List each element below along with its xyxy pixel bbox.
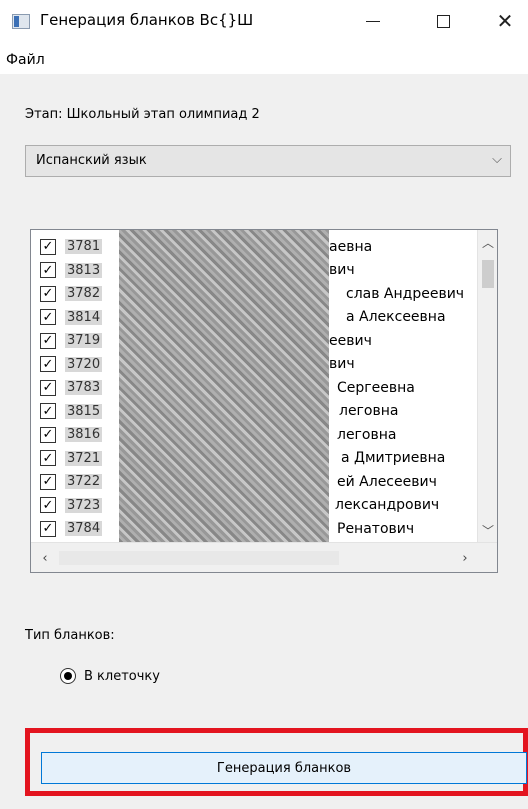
menu-file[interactable]: Файл — [6, 52, 45, 68]
participant-name: еевич — [329, 332, 372, 349]
window-title: Генерация бланков Вс{}Ш — [40, 11, 254, 29]
title-bar[interactable]: Генерация бланков Вс{}Ш ✕ — [0, 0, 528, 42]
checkbox[interactable]: ✓ — [40, 497, 56, 513]
checkmark-icon: ✓ — [42, 427, 54, 442]
participant-name: а Дмитриевна — [341, 450, 446, 466]
stage-label: Этап: Школьный этап олимпиад 2 — [25, 107, 260, 122]
scroll-up-icon[interactable]: ︿ — [478, 232, 497, 252]
participant-id: 3720 — [65, 356, 103, 372]
checkbox[interactable]: ✓ — [40, 520, 56, 537]
vertical-scroll-thumb[interactable] — [482, 260, 494, 288]
scroll-left-icon[interactable]: ‹ — [35, 548, 55, 568]
checkmark-icon: ✓ — [42, 521, 54, 536]
participants-list[interactable]: ✓ 3781 аевна ✓ 3813 вич ✓ 3782 слав Андреевич ✓ 38… — [30, 229, 498, 573]
participant-id: 3813 — [65, 262, 103, 278]
participant-name: ей Алесеевич — [337, 473, 437, 490]
blank-type-label: Тип бланков: — [25, 628, 115, 643]
checkmark-icon: ✓ — [42, 403, 54, 419]
participant-id: 3816 — [65, 427, 103, 442]
subject-dropdown[interactable]: Испанский язык ⌵ — [25, 145, 511, 177]
app-icon — [12, 14, 30, 29]
checkbox[interactable]: ✓ — [40, 473, 56, 490]
checkbox[interactable]: ✓ — [40, 332, 56, 349]
checkmark-icon: ✓ — [42, 333, 54, 348]
radio-button[interactable] — [60, 668, 76, 684]
participant-name: а Алексеевна — [346, 309, 446, 325]
minimize-button[interactable] — [350, 0, 396, 42]
participant-id: 3815 — [65, 403, 103, 419]
scroll-right-icon[interactable]: › — [455, 548, 475, 568]
participant-id: 3723 — [65, 497, 103, 513]
participant-id: 3814 — [65, 309, 103, 325]
participant-name: вич — [329, 262, 355, 278]
menu-bar: Файл — [0, 42, 528, 74]
participant-id: 3721 — [65, 450, 103, 466]
participant-name: Сергеевна — [337, 379, 415, 396]
horizontal-scrollbar[interactable]: ‹ › — [31, 542, 497, 572]
checkbox[interactable]: ✓ — [40, 450, 56, 466]
checkmark-icon: ✓ — [42, 497, 54, 513]
participant-name: аевна — [329, 238, 373, 255]
participant-id: 3722 — [65, 474, 103, 489]
checkmark-icon: ✓ — [42, 239, 54, 254]
participant-name: леговна — [339, 403, 399, 419]
scroll-down-icon[interactable]: ﹀ — [478, 520, 497, 540]
maximize-icon — [436, 14, 450, 28]
checkmark-icon: ✓ — [42, 262, 54, 278]
horizontal-scroll-thumb[interactable] — [59, 551, 339, 565]
close-icon: ✕ — [496, 9, 514, 33]
participant-id: 3784 — [65, 521, 103, 536]
participant-name: леговна — [337, 426, 397, 443]
participant-name: слав Андреевич — [346, 285, 465, 302]
chevron-down-icon: ⌵ — [492, 152, 502, 167]
checkbox[interactable]: ✓ — [40, 426, 56, 443]
radio-selected-dot — [64, 672, 72, 680]
checkbox[interactable]: ✓ — [40, 356, 56, 372]
subject-dropdown-value: Испанский язык — [36, 153, 147, 168]
checkmark-icon: ✓ — [42, 309, 54, 325]
checkmark-icon: ✓ — [42, 474, 54, 489]
generate-blanks-button[interactable]: Генерация бланков — [41, 752, 527, 784]
participant-id: 3719 — [65, 333, 103, 348]
minimize-icon — [366, 20, 380, 22]
checkmark-icon: ✓ — [42, 286, 54, 301]
blank-type-option-grid[interactable]: В клеточку — [60, 665, 160, 687]
radio-label: В клеточку — [84, 668, 160, 684]
participant-name: вич — [329, 356, 355, 372]
close-button[interactable]: ✕ — [482, 0, 528, 42]
checkbox[interactable]: ✓ — [40, 238, 56, 255]
participant-id: 3781 — [65, 239, 103, 254]
maximize-button[interactable] — [420, 0, 466, 42]
checkmark-icon: ✓ — [42, 356, 54, 372]
checkbox[interactable]: ✓ — [40, 285, 56, 302]
checkmark-icon: ✓ — [42, 450, 54, 466]
redaction-overlay — [119, 230, 329, 542]
participants-list-viewport: ✓ 3781 аевна ✓ 3813 вич ✓ 3782 слав Андреевич ✓ 38… — [31, 230, 479, 542]
participant-id: 3782 — [65, 286, 103, 301]
checkbox[interactable]: ✓ — [40, 403, 56, 419]
checkbox[interactable]: ✓ — [40, 262, 56, 278]
checkmark-icon: ✓ — [42, 380, 54, 395]
participant-name: лександрович — [335, 497, 440, 513]
main-window: Генерация бланков Вс{}Ш ✕ Файл Этап: Шко… — [0, 0, 528, 809]
participant-name: Ренатович — [337, 520, 415, 537]
participant-id: 3783 — [65, 380, 103, 395]
checkbox[interactable]: ✓ — [40, 309, 56, 325]
vertical-scrollbar[interactable]: ︿ ﹀ — [477, 230, 497, 542]
checkbox[interactable]: ✓ — [40, 379, 56, 396]
